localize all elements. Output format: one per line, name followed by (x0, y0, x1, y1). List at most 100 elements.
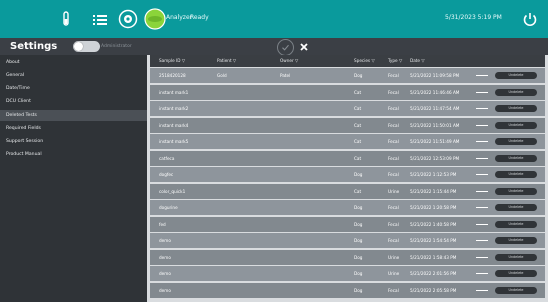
cell-species: Dog (354, 271, 363, 276)
deleted-tests-table: Sample ID ▽ Patient ▽ Owner ▽ Species ▽ … (150, 55, 545, 302)
undelete-button[interactable]: Undelete (495, 88, 537, 96)
undelete-button[interactable]: Undelete (495, 220, 537, 228)
dash-icon (476, 141, 488, 143)
cell-type: Fecal (388, 122, 399, 128)
cell-species: Dog (354, 287, 363, 293)
table-row[interactable]: dogurine Dog Fecal 5/21/2022 1:20:58 PM Unde… (150, 200, 545, 215)
undelete-button[interactable]: Undelete (495, 105, 537, 112)
undelete-button[interactable]: Undelete (495, 270, 537, 277)
cell-sample: demo (159, 254, 171, 260)
cell-type: Fecal (388, 73, 399, 78)
toggle-knob (74, 42, 83, 51)
table-row[interactable]: color_quick1 Cat Urine 5/21/2022 1:15:44 PM… (150, 183, 545, 199)
dash-icon (476, 157, 488, 159)
undelete-button[interactable]: Undelete (495, 286, 537, 294)
sidebar-item-general[interactable]: General (0, 70, 147, 81)
list-icon[interactable] (92, 12, 108, 26)
table-row[interactable]: fed Dog Fecal 5/21/2022 1:40:58 PM Undelete (150, 216, 545, 232)
column-header-sample-id[interactable]: Sample ID ▽ (159, 58, 185, 63)
column-header-patient[interactable]: Patient ▽ (217, 58, 236, 63)
dash-icon (476, 75, 488, 77)
sidebar-item-dcu-client[interactable]: DCU Client (0, 96, 147, 107)
cell-patient: Gold (217, 73, 227, 78)
undelete-button[interactable]: Undelete (495, 154, 537, 162)
table-row[interactable]: instant mark1 Cat Fecal 5/21/2022 11:46:46 … (150, 84, 545, 100)
cell-species: Cat (354, 106, 362, 111)
sidebar-item-about[interactable]: About (0, 57, 147, 68)
sidebar-item-support-session[interactable]: Support Session (0, 136, 147, 147)
cell-date: 5/21/2022 1:12:53 PM (410, 172, 457, 177)
status-text: Ready (190, 14, 209, 21)
undelete-button[interactable]: Undelete (495, 72, 537, 79)
dash-icon (476, 289, 488, 291)
cell-species: Dog (354, 172, 363, 177)
table-row[interactable]: demo Dog Fecal 5/21/2022 1:54:54 PM Undelete (150, 233, 545, 248)
cell-species: Cat (354, 122, 362, 128)
cell-species: Dog (354, 238, 363, 243)
dash-icon (476, 256, 488, 258)
toggle-label: Administrator (101, 44, 132, 49)
undelete-button[interactable]: Undelete (495, 253, 537, 261)
table-row[interactable]: demo Dog Urine 5/21/2022 1:58:43 PM Undelete (150, 249, 545, 265)
undelete-button[interactable]: Undelete (495, 171, 537, 178)
sidebar-item-product-manual[interactable]: Product Manual (0, 149, 147, 160)
undelete-button[interactable]: Undelete (495, 237, 537, 244)
table-row[interactable]: demo Dog Fecal 5/21/2022 2:05:58 PM Undelete (150, 282, 545, 298)
cell-type: Urine (388, 254, 400, 260)
column-header-type[interactable]: Type ▽ (388, 58, 402, 63)
undelete-button[interactable]: Undelete (495, 187, 537, 195)
dash-icon (476, 273, 488, 275)
cell-type: Fecal (388, 172, 399, 177)
cell-sample: catfeca (159, 155, 175, 161)
cell-type: Fecal (388, 106, 399, 111)
undelete-button[interactable]: Undelete (495, 204, 537, 211)
sidebar-item-datetime[interactable]: Date/Time (0, 83, 147, 94)
cell-sample: instant mark4 (159, 122, 189, 128)
cell-date: 5/21/2022 11:47:54 AM (410, 106, 460, 111)
sidebar-item-deleted-tests[interactable]: Deleted Tests (0, 110, 147, 121)
target-icon[interactable] (118, 9, 138, 29)
table-row[interactable]: instant mark2 Cat Fecal 5/21/2022 11:47:54 … (150, 101, 545, 116)
power-icon[interactable] (522, 11, 538, 27)
column-header-species[interactable]: Species ▽ (354, 58, 375, 63)
column-header-date[interactable]: Date ▽ (410, 58, 425, 63)
cell-date: 5/21/2022 11:09:58 PM (410, 73, 460, 78)
cell-date: 5/21/2022 1:58:43 PM (410, 254, 457, 260)
sidebar-item-required-fields[interactable]: Required Fields (0, 123, 147, 134)
undelete-button[interactable]: Undelete (495, 138, 537, 145)
cell-species: Dog (354, 205, 363, 210)
table-row[interactable]: catfeca Cat Fecal 5/21/2022 12:53:09 PM Unde… (150, 150, 545, 166)
cell-sample: dogurine (159, 205, 178, 210)
table-row[interactable]: demo Dog Urine 5/21/2022 2:01:56 PM Undelete (150, 266, 545, 281)
cell-species: Cat (354, 155, 362, 161)
dash-icon (476, 174, 488, 176)
table-row[interactable]: 2518420128 Gold Patel Dog Fecal 5/21/2022 11:… (150, 68, 545, 83)
cell-species: Cat (354, 188, 362, 194)
cell-date: 5/21/2022 1:54:54 PM (410, 238, 457, 243)
cell-type: Fecal (388, 139, 399, 144)
datetime-text: 5/31/2023 5:19 PM (445, 14, 502, 21)
table-row[interactable]: instant mark4 Cat Fecal 5/21/2022 11:50:01 … (150, 117, 545, 133)
cell-date: 5/21/2022 12:53:09 PM (410, 155, 460, 161)
logo-icon (144, 8, 166, 30)
tube-icon[interactable] (61, 11, 71, 27)
dash-icon (476, 223, 488, 225)
confirm-button[interactable] (277, 39, 294, 56)
cell-sample: instant mark1 (159, 89, 189, 95)
table-row[interactable]: instant mark5 Cat Fecal 5/21/2022 11:51:49 … (150, 134, 545, 149)
cell-type: Fecal (388, 287, 399, 293)
table-row[interactable]: dogfec Dog Fecal 5/21/2022 1:12:53 PM Undele… (150, 167, 545, 182)
cancel-button[interactable] (296, 39, 311, 54)
cell-sample: dogfec (159, 172, 174, 177)
cell-type: Fecal (388, 205, 399, 210)
page-title: Settings (10, 41, 58, 52)
undelete-button[interactable]: Undelete (495, 121, 537, 129)
column-header-owner[interactable]: Owner ▽ (280, 58, 298, 63)
cell-sample: fed (159, 221, 166, 227)
cell-owner: Patel (280, 73, 291, 78)
cell-date: 5/21/2022 11:51:49 AM (410, 139, 460, 144)
table-header: Sample ID ▽ Patient ▽ Owner ▽ Species ▽ … (150, 55, 545, 67)
dash-icon (476, 124, 488, 126)
cell-date: 5/21/2022 1:40:58 PM (410, 221, 457, 227)
cell-date: 5/21/2022 1:20:58 PM (410, 205, 457, 210)
